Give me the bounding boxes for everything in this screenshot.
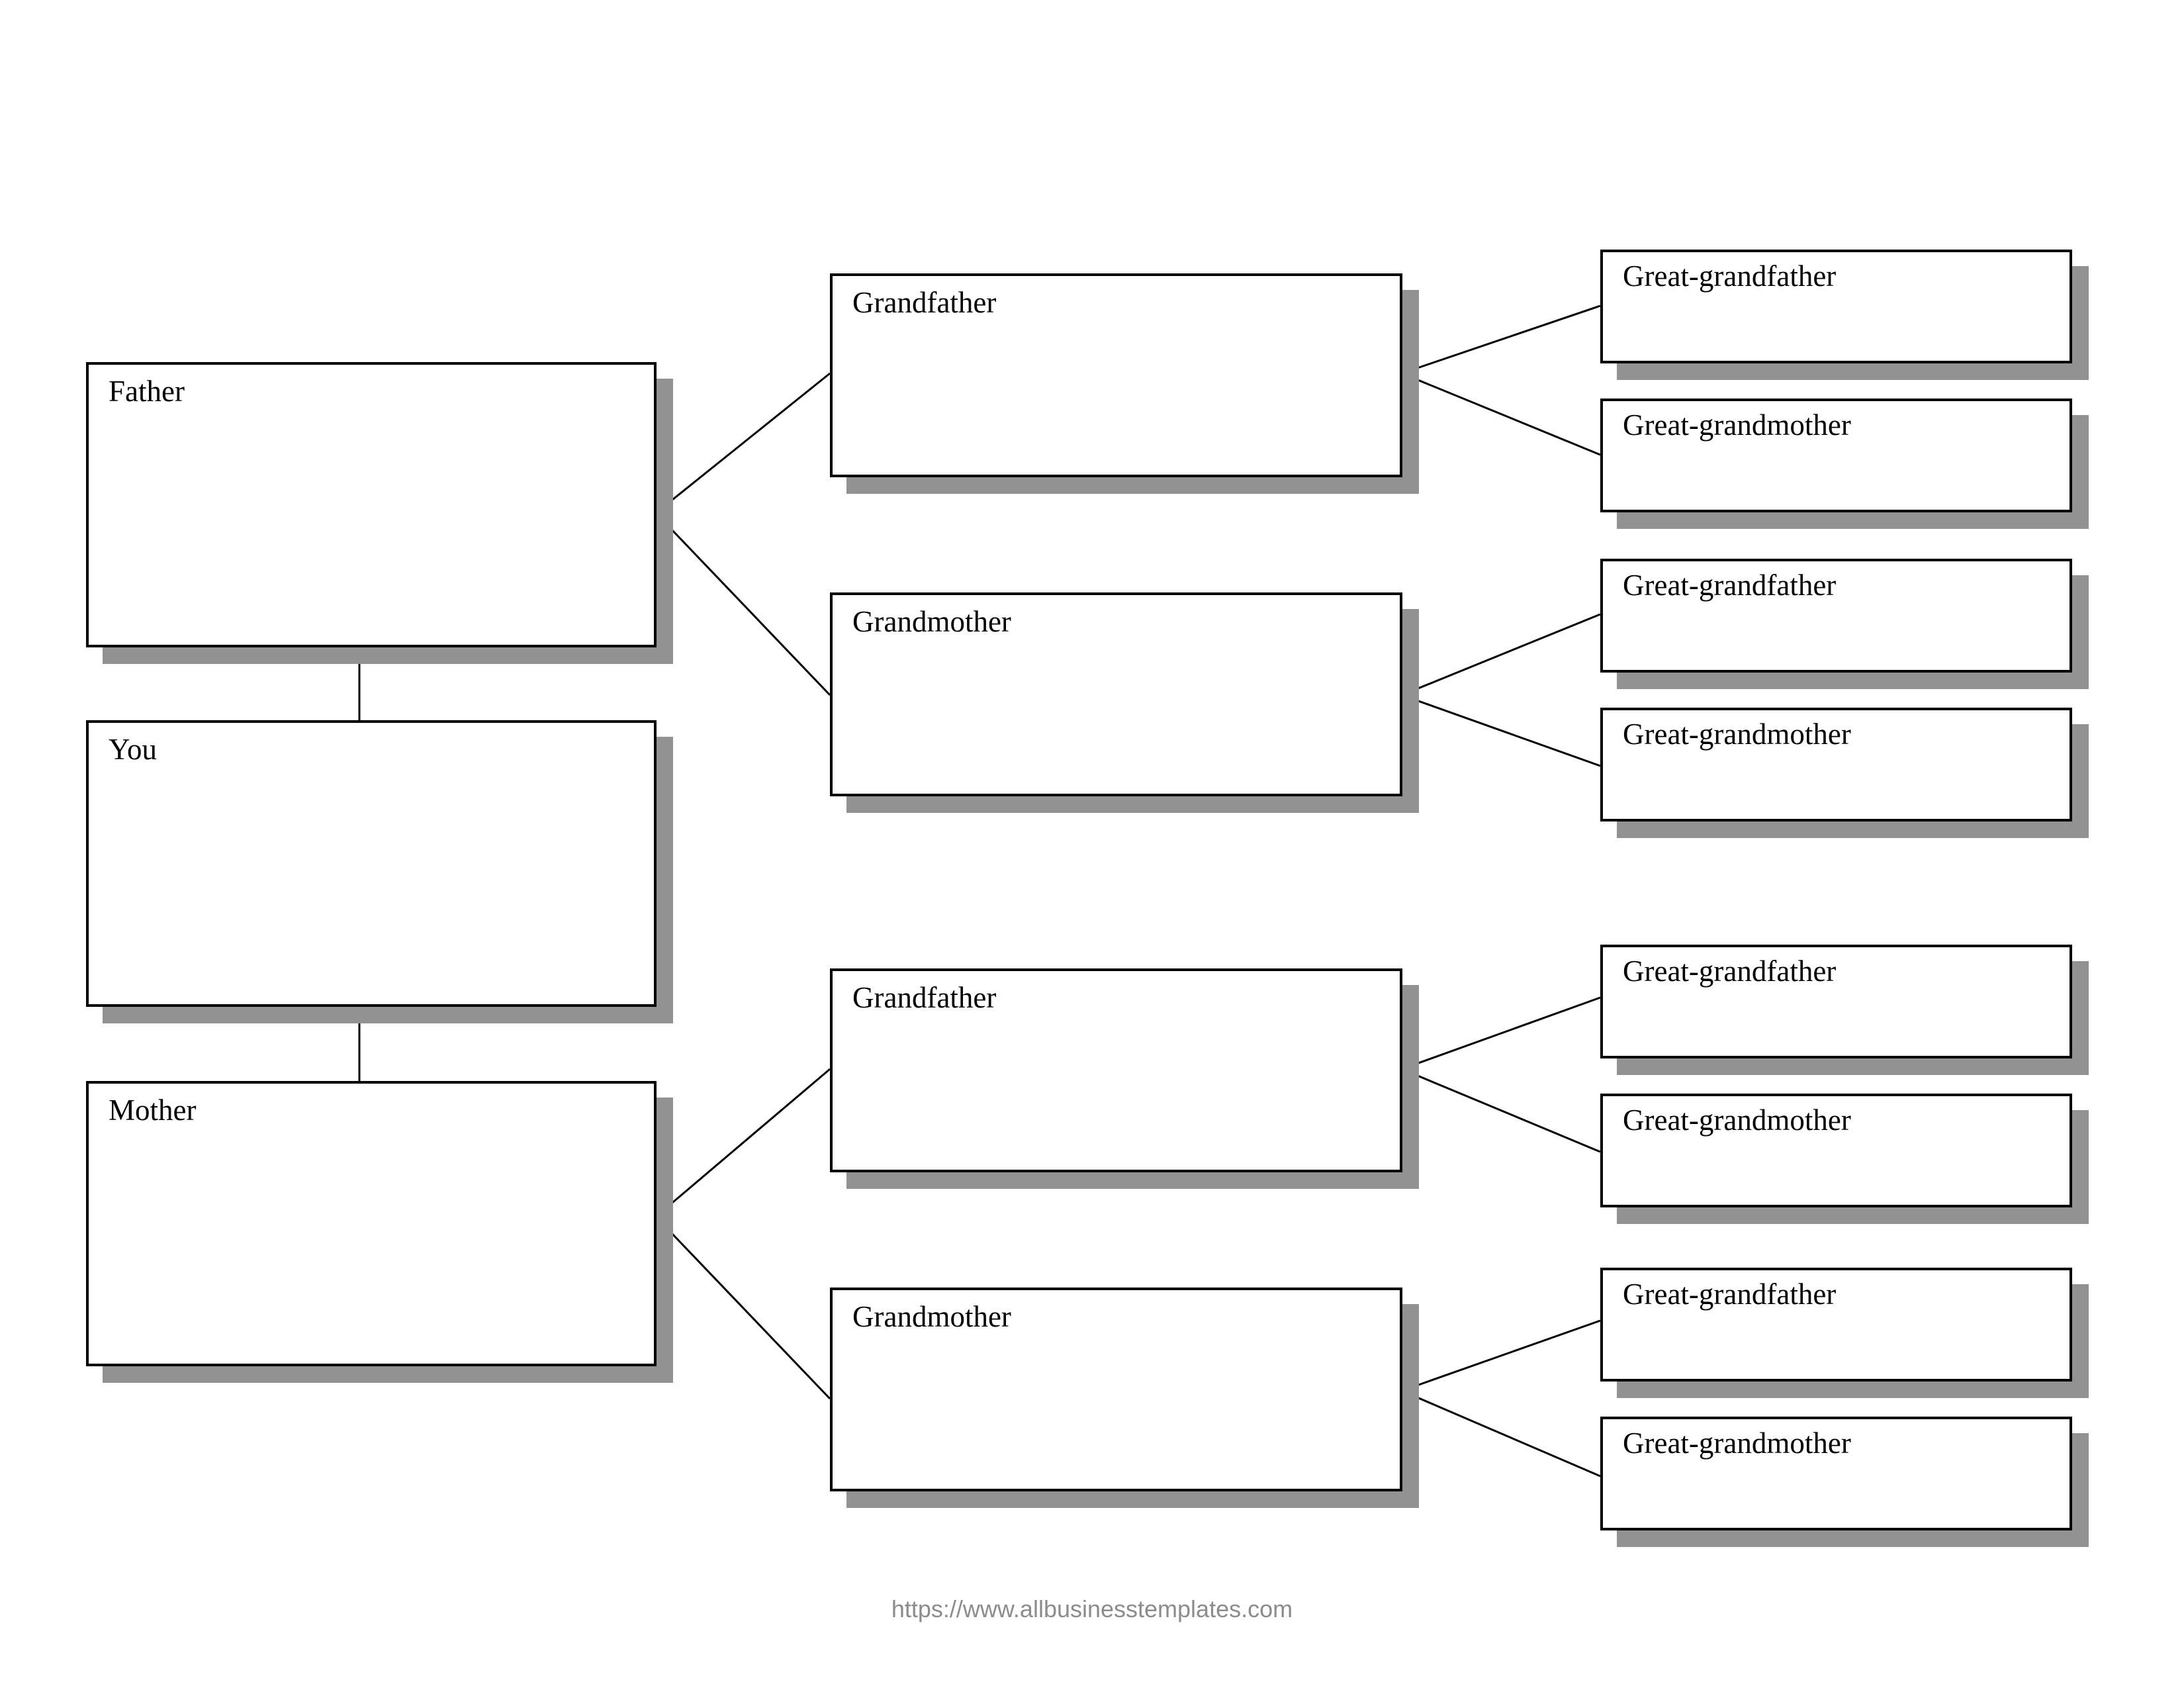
great-grandparent-label-4: Great-grandmother [1623, 718, 1851, 751]
connector-mother-grandfather [655, 1068, 831, 1218]
maternal-grandmother-label: Grandmother [852, 1300, 1011, 1333]
maternal-grandmother-box[interactable]: Grandmother [830, 1288, 1402, 1491]
maternal-grandfather-box[interactable]: Grandfather [830, 968, 1402, 1172]
father-box[interactable]: Father [86, 362, 657, 647]
paternal-grandmother-label: Grandmother [852, 605, 1011, 638]
connector-mother-grandmother [655, 1215, 831, 1400]
great-grandparent-box-2[interactable]: Great-grandmother [1600, 399, 2072, 512]
mother-label: Mother [109, 1094, 197, 1127]
great-grandparent-box-6[interactable]: Great-grandmother [1600, 1094, 2072, 1207]
footer-url[interactable]: https://www.allbusinesstemplates.com [0, 1595, 2184, 1623]
great-grandparent-box-5[interactable]: Great-grandfather [1600, 945, 2072, 1058]
great-grandparent-label-8: Great-grandmother [1623, 1427, 1851, 1460]
paternal-grandfather-box[interactable]: Grandfather [830, 273, 1402, 477]
connector-gf1-ggm [1401, 372, 1601, 456]
great-grandparent-label-7: Great-grandfather [1623, 1278, 1837, 1311]
connector-gf2-ggm [1401, 1068, 1601, 1153]
connector-gm2-ggf [1401, 1319, 1601, 1392]
paternal-grandfather-label: Grandfather [852, 286, 997, 319]
connector-father-grandmother [655, 512, 831, 696]
you-label: You [109, 733, 157, 766]
mother-box[interactable]: Mother [86, 1081, 657, 1366]
great-grandparent-label-5: Great-grandfather [1623, 955, 1837, 988]
great-grandparent-label-1: Great-grandfather [1623, 259, 1837, 293]
paternal-grandmother-box[interactable]: Grandmother [830, 592, 1402, 796]
connector-gf1-ggf [1401, 305, 1601, 375]
father-label: Father [109, 375, 185, 408]
connector-gm1-ggm [1401, 694, 1601, 767]
connector-gm1-ggf [1401, 613, 1601, 696]
great-grandparent-box-3[interactable]: Great-grandfather [1600, 559, 2072, 673]
great-grandparent-box-1[interactable]: Great-grandfather [1600, 250, 2072, 363]
great-grandparent-box-8[interactable]: Great-grandmother [1600, 1417, 2072, 1530]
great-grandparent-label-3: Great-grandfather [1623, 569, 1837, 602]
great-grandparent-box-4[interactable]: Great-grandmother [1600, 708, 2072, 821]
great-grandparent-box-7[interactable]: Great-grandfather [1600, 1268, 2072, 1382]
you-box[interactable]: You [86, 720, 657, 1007]
great-grandparent-label-2: Great-grandmother [1623, 408, 1851, 442]
connector-father-grandfather [655, 372, 831, 514]
great-grandparent-label-6: Great-grandmother [1623, 1103, 1851, 1137]
connector-gf2-ggf [1401, 996, 1601, 1070]
connector-gm2-ggm [1401, 1389, 1601, 1477]
maternal-grandfather-label: Grandfather [852, 981, 997, 1014]
